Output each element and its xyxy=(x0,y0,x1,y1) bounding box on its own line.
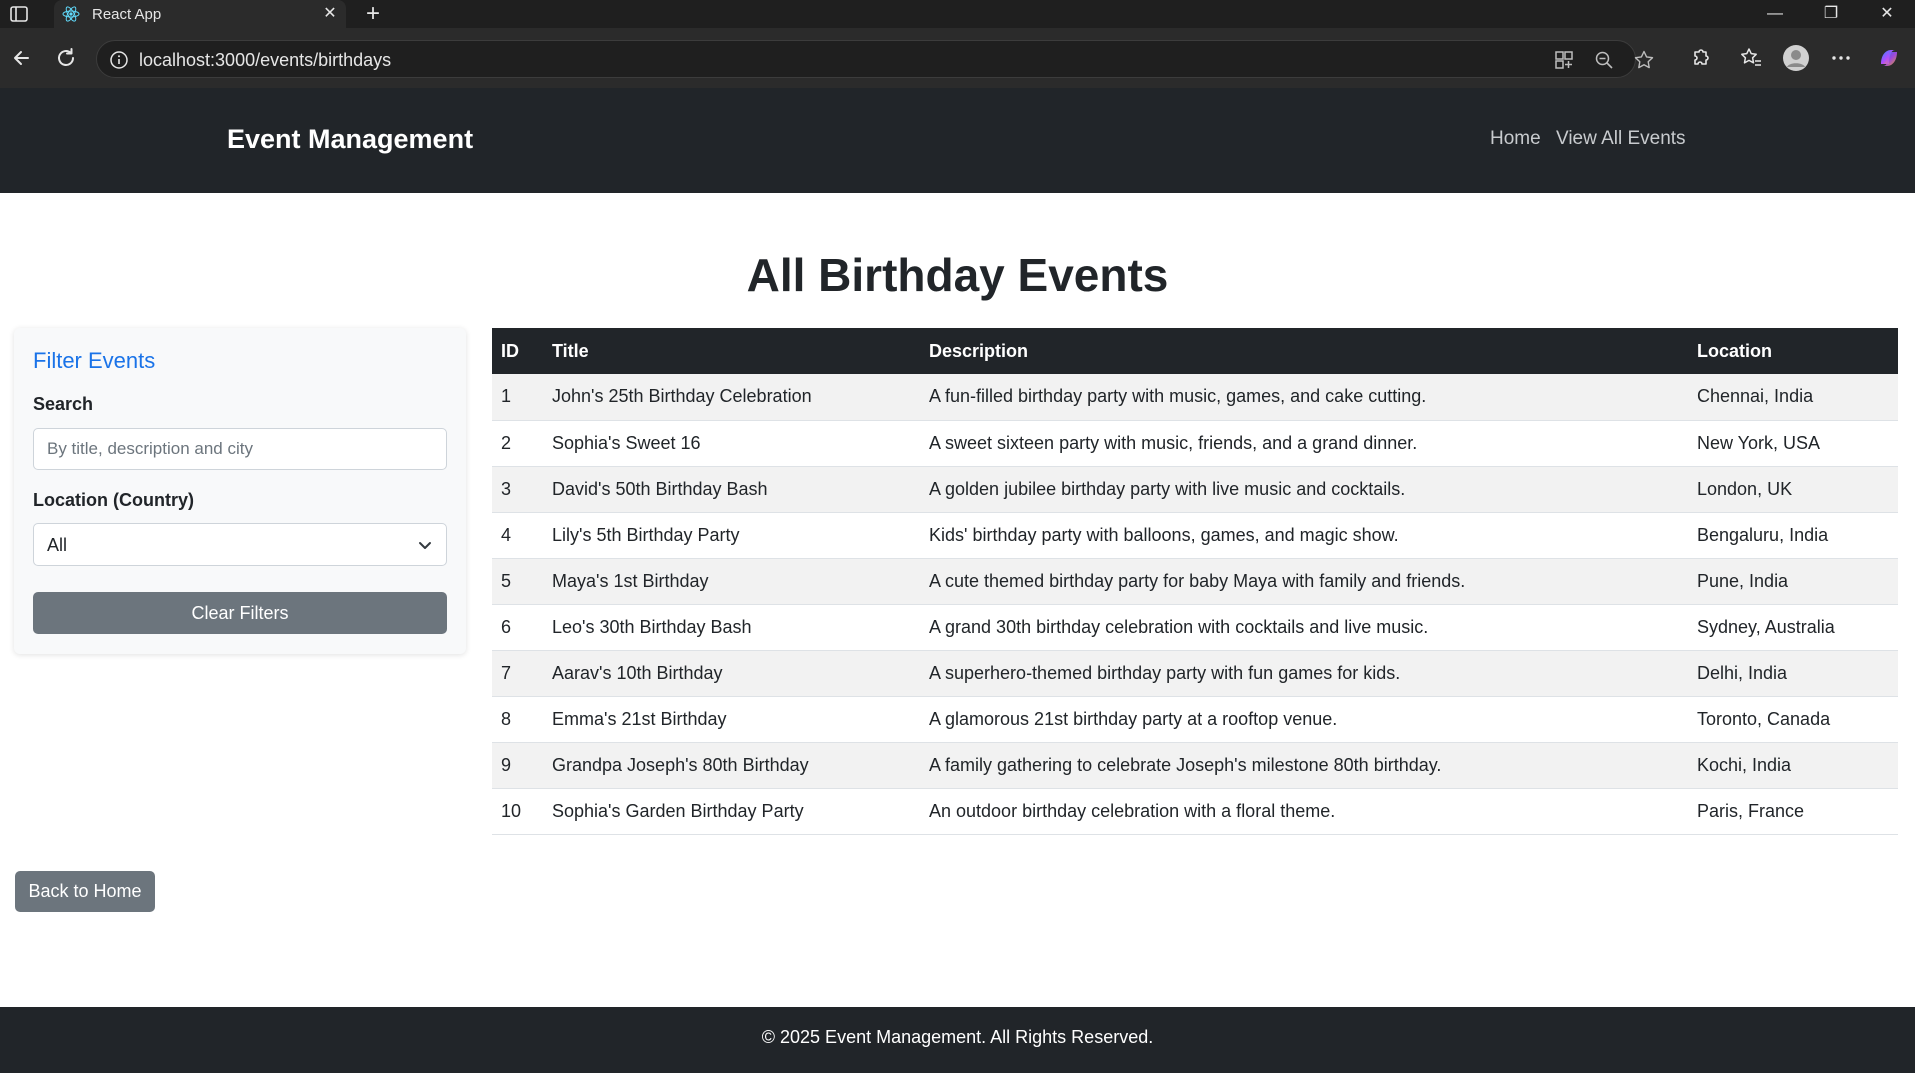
tab-title: React App xyxy=(92,6,162,23)
cell-id: 9 xyxy=(492,742,543,789)
table-row: 2 Sophia's Sweet 16 A sweet sixteen part… xyxy=(492,420,1898,467)
footer-text: © 2025 Event Management. All Rights Rese… xyxy=(761,1027,1154,1047)
table-row: 1 John's 25th Birthday Celebration A fun… xyxy=(492,374,1898,421)
cell-title: Grandpa Joseph's 80th Birthday xyxy=(543,742,920,789)
location-label: Location (Country) xyxy=(33,490,194,510)
cell-description: An outdoor birthday celebration with a f… xyxy=(920,788,1688,835)
location-select-value: All xyxy=(47,535,68,555)
browser-toolbar: localhost:3000/events/birthdays xyxy=(0,28,1915,88)
cell-location: Toronto, Canada xyxy=(1688,696,1898,743)
page-viewport: Event Management Home View All Events Al… xyxy=(0,88,1915,1073)
url-text[interactable]: localhost:3000/events/birthdays xyxy=(139,50,391,71)
cell-id: 3 xyxy=(492,466,543,513)
cell-description: A fun-filled birthday party with music, … xyxy=(920,374,1688,421)
sidebar-toggle-icon[interactable] xyxy=(8,4,30,24)
nav-link-view-all-events[interactable]: View All Events xyxy=(1556,128,1686,150)
cell-title: John's 25th Birthday Celebration xyxy=(543,374,920,421)
cell-title: Emma's 21st Birthday xyxy=(543,696,920,743)
table-row: 6 Leo's 30th Birthday Bash A grand 30th … xyxy=(492,604,1898,651)
cell-id: 4 xyxy=(492,512,543,559)
cell-title: Leo's 30th Birthday Bash xyxy=(543,604,920,651)
cell-title: Aarav's 10th Birthday xyxy=(543,650,920,697)
table-row: 10 Sophia's Garden Birthday Party An out… xyxy=(492,788,1898,835)
cell-location: London, UK xyxy=(1688,466,1898,513)
cell-description: A sweet sixteen party with music, friend… xyxy=(920,420,1688,467)
table-row: 9 Grandpa Joseph's 80th Birthday A famil… xyxy=(492,742,1898,789)
events-table: ID Title Description Location 1 John's 2… xyxy=(492,328,1898,835)
navbar: Event Management Home View All Events xyxy=(0,88,1915,193)
cell-id: 7 xyxy=(492,650,543,697)
table-header-row: ID Title Description Location xyxy=(492,328,1898,374)
filter-panel: Filter Events Search Location (Country) … xyxy=(14,328,466,654)
cell-id: 6 xyxy=(492,604,543,651)
clear-filters-button[interactable]: Clear Filters xyxy=(33,592,447,634)
cell-location: Bengaluru, India xyxy=(1688,512,1898,559)
cell-title: Lily's 5th Birthday Party xyxy=(543,512,920,559)
cell-title: David's 50th Birthday Bash xyxy=(543,466,920,513)
cell-title: Sophia's Sweet 16 xyxy=(543,420,920,467)
cell-description: A grand 30th birthday celebration with c… xyxy=(920,604,1688,651)
cell-description: Kids' birthday party with balloons, game… xyxy=(920,512,1688,559)
cell-id: 8 xyxy=(492,696,543,743)
chevron-down-icon xyxy=(416,536,434,554)
column-header-location: Location xyxy=(1688,328,1898,374)
cell-location: Paris, France xyxy=(1688,788,1898,835)
footer: © 2025 Event Management. All Rights Rese… xyxy=(0,1007,1915,1073)
search-input[interactable] xyxy=(33,428,447,470)
restore-button[interactable]: ❐ xyxy=(1803,0,1859,28)
search-label: Search xyxy=(33,394,94,414)
cell-description: A golden jubilee birthday party with liv… xyxy=(920,466,1688,513)
table-row: 5 Maya's 1st Birthday A cute themed birt… xyxy=(492,558,1898,605)
cell-description: A glamorous 21st birthday party at a roo… xyxy=(920,696,1688,743)
filter-heading: Filter Events xyxy=(33,348,156,373)
minimize-button[interactable]: — xyxy=(1747,0,1803,28)
cell-description: A superhero-themed birthday party with f… xyxy=(920,650,1688,697)
profile-avatar-icon[interactable] xyxy=(1782,44,1810,72)
table-row: 3 David's 50th Birthday Bash A golden ju… xyxy=(492,466,1898,513)
more-menu-icon[interactable] xyxy=(1827,44,1855,72)
column-header-description: Description xyxy=(920,328,1688,374)
cell-id: 1 xyxy=(492,374,543,421)
navbar-brand[interactable]: Event Management xyxy=(227,124,473,155)
cell-title: Maya's 1st Birthday xyxy=(543,558,920,605)
cell-id: 10 xyxy=(492,788,543,835)
nav-link-home[interactable]: Home xyxy=(1490,128,1541,150)
back-arrow-icon[interactable] xyxy=(8,44,36,72)
cell-location: Kochi, India xyxy=(1688,742,1898,789)
address-bar[interactable]: localhost:3000/events/birthdays xyxy=(96,40,1654,78)
close-window-button[interactable]: ✕ xyxy=(1859,0,1915,28)
cell-location: New York, USA xyxy=(1688,420,1898,467)
tab-close-icon[interactable]: ✕ xyxy=(320,4,340,24)
cell-description: A family gathering to celebrate Joseph's… xyxy=(920,742,1688,789)
cell-title: Sophia's Garden Birthday Party xyxy=(543,788,920,835)
copilot-icon[interactable] xyxy=(1875,44,1903,72)
table-row: 4 Lily's 5th Birthday Party Kids' birthd… xyxy=(492,512,1898,559)
back-to-home-button[interactable]: Back to Home xyxy=(15,871,155,912)
column-header-id: ID xyxy=(492,328,543,374)
cell-id: 5 xyxy=(492,558,543,605)
new-tab-button[interactable]: + xyxy=(360,2,386,26)
cell-id: 2 xyxy=(492,420,543,467)
page-title: All Birthday Events xyxy=(746,249,1169,301)
cell-location: Delhi, India xyxy=(1688,650,1898,697)
app-grid-icon[interactable] xyxy=(1553,49,1575,71)
table-row: 7 Aarav's 10th Birthday A superhero-them… xyxy=(492,650,1898,697)
cell-location: Pune, India xyxy=(1688,558,1898,605)
reload-icon[interactable] xyxy=(52,44,80,72)
column-header-title: Title xyxy=(543,328,920,374)
cell-location: Chennai, India xyxy=(1688,374,1898,421)
location-select[interactable]: All xyxy=(33,523,447,566)
cell-description: A cute themed birthday party for baby Ma… xyxy=(920,558,1688,605)
site-info-icon[interactable] xyxy=(109,50,129,70)
table-row: 8 Emma's 21st Birthday A glamorous 21st … xyxy=(492,696,1898,743)
zoom-out-icon[interactable] xyxy=(1593,49,1615,71)
favorite-star-icon[interactable] xyxy=(1633,49,1655,71)
cell-location: Sydney, Australia xyxy=(1688,604,1898,651)
extensions-icon[interactable] xyxy=(1686,44,1714,72)
browser-tab[interactable]: React App ✕ xyxy=(54,0,346,28)
favorites-list-icon[interactable] xyxy=(1737,44,1765,72)
browser-tab-bar: React App ✕ + — ❐ ✕ xyxy=(0,0,1915,28)
react-logo-icon xyxy=(62,5,80,23)
